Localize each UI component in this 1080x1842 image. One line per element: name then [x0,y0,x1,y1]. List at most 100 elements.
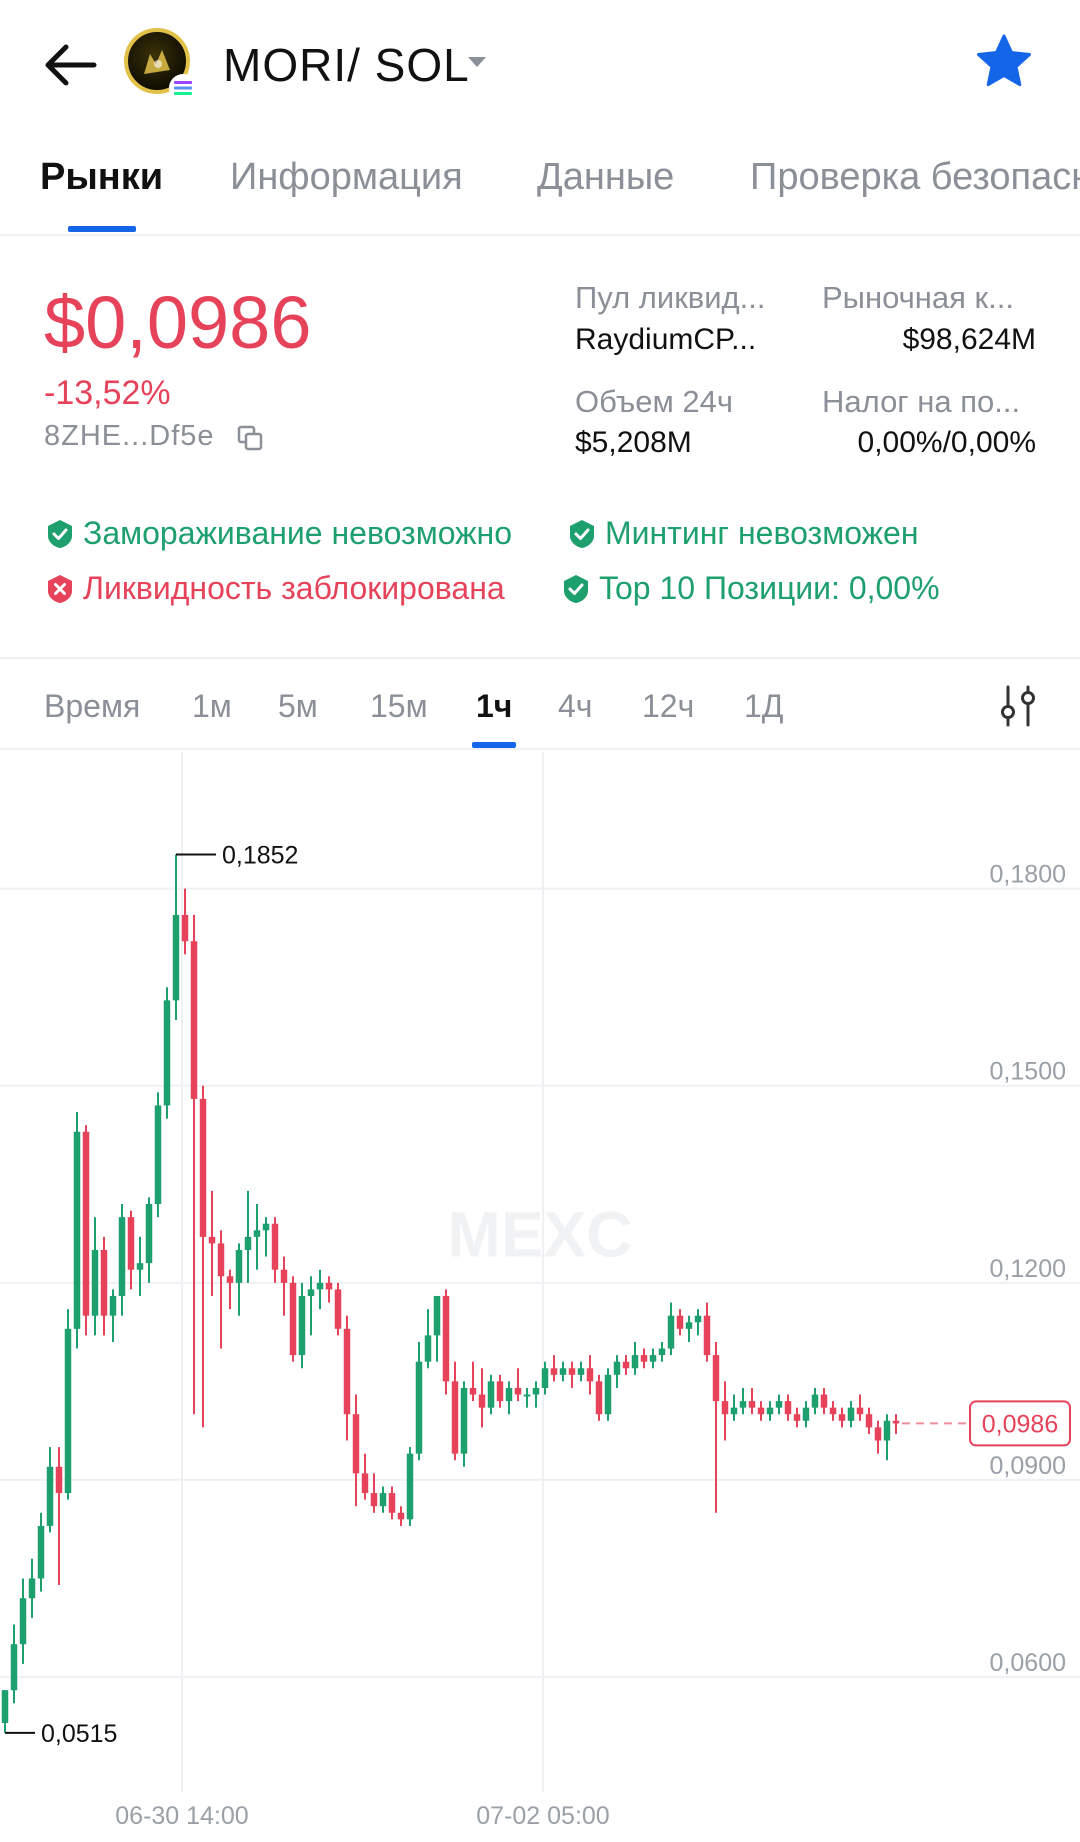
chart-settings-button[interactable] [998,684,1038,728]
shield-x-icon [48,575,72,603]
shield-check-icon [570,520,594,548]
interval-4h[interactable]: 4ч [558,688,592,725]
candle-body [145,1204,153,1264]
candle-body [865,1414,873,1428]
candle-body [541,1368,549,1388]
candle-body [829,1407,837,1415]
candle-body [568,1368,576,1375]
tab-active-indicator [68,226,136,232]
last-price-label: 0,0986 [982,1410,1058,1438]
candle-body [496,1381,504,1402]
tab-security-check[interactable]: Проверка безопасности [750,156,1080,199]
candle-body [757,1407,765,1415]
candle-body [874,1427,882,1441]
candle-body [505,1387,513,1402]
interval-1d[interactable]: 1Д [744,688,783,725]
candle-body [424,1335,432,1362]
candle-body [109,1295,117,1316]
interval-12h[interactable]: 12ч [642,688,694,725]
interval-bar: Время 1м 5м 15м 1ч 4ч 12ч 1Д [0,660,1080,750]
candle-body [721,1401,729,1415]
candle-body [802,1407,810,1421]
candle-body [244,1236,252,1250]
candle-body [478,1394,486,1408]
candle-body [658,1348,666,1356]
candle-body [136,1263,144,1270]
candle-body [514,1387,522,1395]
candle-body [64,1328,72,1494]
candle-body [208,1236,216,1244]
candle-body [298,1295,306,1356]
shield-check-icon [48,520,72,548]
y-tick-label: 0,1800 [990,861,1066,889]
candle-body [676,1315,684,1329]
tab-info[interactable]: Информация [230,156,463,199]
interval-1h[interactable]: 1ч [476,688,512,725]
candle-body [586,1368,594,1382]
interval-15m[interactable]: 15м [370,688,428,725]
candle-body [37,1525,45,1579]
interval-5m[interactable]: 5м [278,688,318,725]
arrow-left-icon [45,44,97,86]
candle-body [1,1690,9,1724]
market-cap-label: Рыночная к... [822,280,1014,315]
favorite-button[interactable] [972,30,1036,94]
check-top10: Top 10 Позиции: 0,00% [599,570,940,606]
candle-body [487,1381,495,1408]
candle-body [361,1473,369,1494]
candle-body [793,1414,801,1421]
tab-markets[interactable]: Рынки [40,156,163,199]
y-tick-label: 0,0900 [990,1452,1066,1480]
candle-body [577,1368,585,1375]
candle-body [163,1000,171,1106]
shield-check-icon [564,575,588,603]
check-mint: Минтинг невозможен [605,515,919,551]
candle-body [28,1578,36,1599]
contract-address: 8ZHE...Df5e [44,420,215,452]
copy-icon [237,425,263,451]
copy-address-button[interactable] [236,424,264,452]
y-tick-label: 0,0600 [990,1649,1066,1677]
candle-body [820,1394,828,1408]
candle-body [784,1401,792,1415]
candle-body [847,1407,855,1421]
candle-body [685,1322,693,1329]
candle-body [181,914,189,942]
interval-time[interactable]: Время [44,688,140,725]
candle-body [307,1289,315,1296]
candle-body [622,1361,630,1369]
candle-body [811,1394,819,1408]
back-button[interactable] [40,35,100,95]
y-tick-label: 0,1200 [990,1255,1066,1283]
candle-body [154,1105,162,1205]
candle-body [289,1282,297,1356]
candle-body [532,1387,540,1395]
candle-body [370,1493,378,1507]
candle-body [397,1512,405,1520]
candle-body [856,1407,864,1415]
candle-body [73,1131,81,1329]
price-chart[interactable]: 0,1800 0,1500 0,1200 0,0900 0,0600 MEXC 0,1852… [0,752,1080,1842]
candlestick-chart[interactable]: 0,1800 0,1500 0,1200 0,0900 0,0600 MEXC 0,1852… [0,752,1080,1842]
y-tick-label: 0,1500 [990,1058,1066,1086]
pair-title[interactable]: MORI/ SOL [223,38,470,92]
solana-badge [169,74,197,102]
candle-body [190,941,198,1099]
interval-1m[interactable]: 1м [192,688,232,725]
candle-body [667,1315,675,1349]
candle-body [595,1381,603,1415]
candle-body [352,1414,360,1474]
interval-active-indicator [472,742,516,748]
pool-value: RaydiumCP... [575,323,757,356]
candle-body [199,1098,207,1237]
tab-bar: Рынки Информация Данные Проверка безопас… [0,148,1080,236]
candle-body [91,1249,99,1316]
candle-body [739,1401,747,1408]
candle-body [523,1394,531,1397]
chevron-down-icon[interactable] [468,57,486,67]
candle-body [334,1289,342,1329]
candle-body [253,1230,261,1237]
candle-body [433,1295,441,1336]
tab-data[interactable]: Данные [537,156,674,199]
candle-body [226,1276,234,1283]
